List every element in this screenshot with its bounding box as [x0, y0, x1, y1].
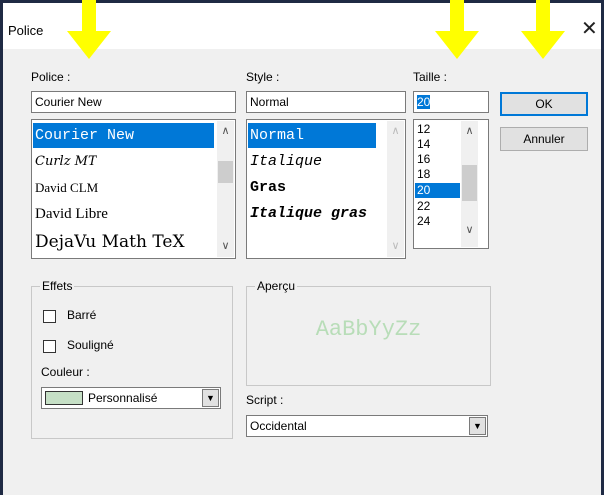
font-list-item[interactable]: David CLM [33, 176, 98, 200]
preview-group: Aperçu AaBbYyZz [246, 279, 491, 386]
color-select-value: Personnalisé [88, 391, 158, 405]
size-list-item[interactable]: 20 [415, 183, 460, 198]
underline-checkbox[interactable] [43, 340, 56, 353]
size-input[interactable]: 20 [413, 91, 489, 113]
style-input[interactable]: Normal [246, 91, 406, 113]
style-list-item[interactable]: Gras [248, 176, 286, 200]
font-list-item[interactable]: Courier New [33, 123, 214, 148]
scroll-thumb[interactable] [462, 165, 477, 201]
scroll-up-icon[interactable]: ∧ [217, 123, 234, 140]
font-list[interactable]: Courier New Curlz MT David CLM David Lib… [31, 119, 236, 259]
scroll-up-icon[interactable]: ∧ [387, 123, 404, 140]
close-icon[interactable]: ✕ [581, 19, 598, 39]
underline-label: Souligné [67, 338, 114, 352]
font-dialog: Police ✕ Police : Courier New Courier Ne… [0, 0, 604, 495]
color-swatch [45, 391, 83, 405]
size-list-item[interactable]: 24 [415, 215, 430, 228]
style-list[interactable]: Normal Italique Gras Italique gras ∧ ∨ [246, 119, 406, 259]
dropdown-arrow-icon[interactable]: ▼ [469, 417, 486, 435]
size-label: Taille : [413, 70, 448, 84]
size-list-item[interactable]: 16 [415, 153, 430, 166]
window-title: Police [8, 23, 44, 38]
color-select[interactable]: Personnalisé ▼ [41, 387, 221, 409]
size-list-item[interactable]: 12 [415, 123, 430, 136]
style-list-scrollbar[interactable]: ∧ ∨ [387, 121, 404, 257]
scroll-down-icon[interactable]: ∨ [217, 238, 234, 255]
style-label: Style : [246, 70, 280, 84]
effects-group: Effets [31, 279, 233, 439]
color-label: Couleur : [41, 365, 90, 379]
strikeout-checkbox[interactable] [43, 310, 56, 323]
effects-legend: Effets [40, 279, 75, 293]
scroll-thumb[interactable] [218, 161, 233, 183]
size-list-scrollbar[interactable]: ∧ ∨ [461, 121, 478, 247]
preview-sample: AaBbYyZz [315, 317, 422, 342]
font-list-item[interactable]: DejaVu Math TeX [33, 228, 185, 256]
script-select-value: Occidental [250, 419, 307, 433]
font-list-scrollbar[interactable]: ∧ ∨ [217, 121, 234, 257]
size-list[interactable]: 12 14 16 18 20 22 24 ∧ ∨ [413, 119, 489, 249]
scroll-down-icon[interactable]: ∨ [461, 222, 478, 239]
font-list-item[interactable]: Curlz MT [33, 150, 97, 174]
script-label: Script : [246, 393, 284, 407]
dropdown-arrow-icon[interactable]: ▼ [202, 389, 219, 407]
script-select[interactable]: Occidental ▼ [246, 415, 488, 437]
style-list-item[interactable]: Normal [248, 123, 376, 148]
style-list-item[interactable]: Italique gras [248, 202, 376, 226]
style-list-item[interactable]: Italique [248, 150, 322, 174]
preview-legend: Aperçu [255, 279, 298, 293]
font-input[interactable]: Courier New [31, 91, 236, 113]
scroll-down-icon[interactable]: ∨ [387, 238, 404, 255]
scroll-up-icon[interactable]: ∧ [461, 123, 478, 140]
font-label: Police : [31, 70, 71, 84]
size-list-item[interactable]: 22 [415, 200, 430, 213]
font-list-item[interactable]: David Libre [33, 202, 108, 226]
cancel-button[interactable]: Annuler [500, 127, 588, 151]
size-list-item[interactable]: 18 [415, 168, 430, 181]
size-list-item[interactable]: 14 [415, 138, 430, 151]
ok-button[interactable]: OK [500, 92, 588, 116]
strikeout-label: Barré [67, 308, 97, 322]
size-input-value: 20 [417, 95, 431, 109]
